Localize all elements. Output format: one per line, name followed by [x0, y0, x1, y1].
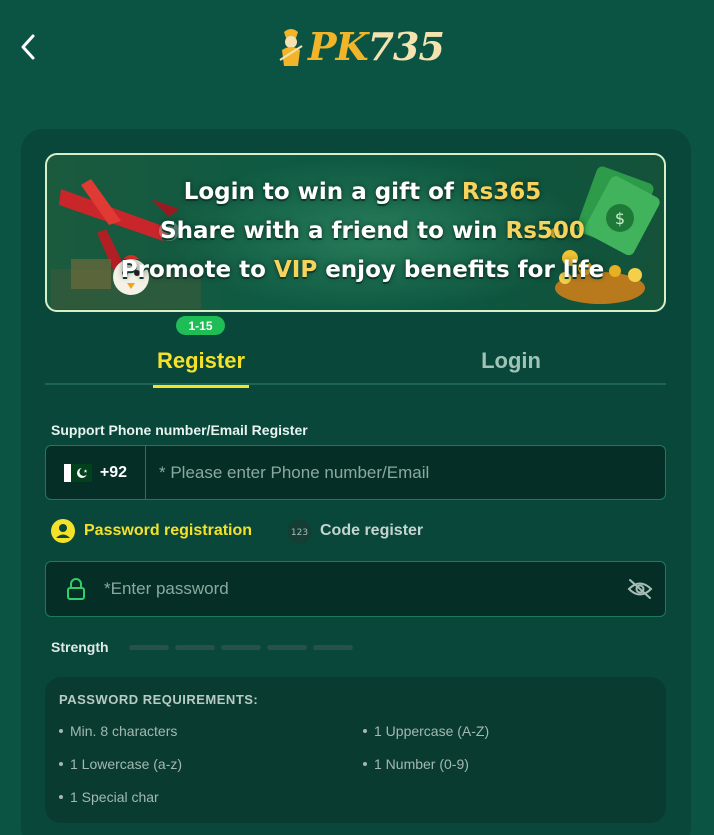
bullet-icon [59, 729, 63, 733]
back-button[interactable] [14, 30, 42, 64]
requirement-special-char: 1 Special char [70, 789, 159, 805]
tabs-divider [45, 383, 666, 385]
requirement-lowercase: 1 Lowercase (a-z) [70, 756, 183, 772]
pakistan-flag-icon [63, 463, 92, 482]
strength-segment [128, 644, 169, 650]
phone-email-input[interactable] [146, 446, 665, 499]
phone-email-field: +92 [45, 445, 666, 500]
tab-login-label: Login [481, 348, 541, 373]
banner-line3-pre: Promote to [120, 257, 274, 283]
requirement-number: 1 Number (0-9) [374, 756, 469, 772]
requirement-item: 1 Number (0-9) [363, 756, 469, 772]
logo-text: PK735 [308, 28, 445, 66]
active-tab-indicator [153, 385, 249, 388]
logo-mascot-icon [279, 29, 303, 66]
password-strength-meter: Strength [51, 637, 359, 657]
requirement-min-length: Min. 8 characters [70, 723, 178, 739]
strength-segment [174, 644, 215, 650]
strength-bars [128, 644, 359, 650]
requirement-item: Min. 8 characters [59, 723, 177, 739]
banner-text: Login to win a gift of Rs365 Share with … [47, 173, 664, 290]
country-code: +92 [99, 463, 128, 481]
numeric-code-icon: 123 [287, 519, 312, 543]
bullet-icon [59, 762, 63, 766]
banner-line3-post: enjoy benefits for life [317, 257, 605, 283]
tab-register-label: Register [156, 348, 246, 373]
user-circle-icon [51, 519, 75, 543]
top-bar: PK735 [0, 0, 714, 95]
phone-field-label: Support Phone number/Email Register [51, 422, 308, 438]
toggle-password-visibility-button[interactable] [615, 562, 665, 616]
requirement-item: 1 Uppercase (A-Z) [363, 723, 489, 739]
lock-icon [67, 578, 85, 600]
svg-text:123: 123 [291, 528, 308, 538]
eye-off-icon [627, 579, 653, 599]
banner-line1-amount: Rs365 [461, 179, 542, 205]
tab-login[interactable]: Login [465, 341, 557, 381]
strength-segment [266, 644, 307, 650]
password-registration-option[interactable]: Password registration [50, 517, 252, 545]
logo-brand: PK [308, 24, 369, 69]
requirement-item: 1 Lowercase (a-z) [59, 756, 182, 772]
banner-line2-text: Share with a friend to win [160, 218, 506, 244]
banner-line1-text: Login to win a gift of [183, 179, 462, 205]
auth-tabs: Register Login [45, 335, 666, 388]
requirements-title: PASSWORD REQUIREMENTS: [59, 692, 259, 707]
requirement-uppercase: 1 Uppercase (A-Z) [374, 723, 490, 739]
password-requirements-box: PASSWORD REQUIREMENTS: Min. 8 characters… [45, 677, 666, 823]
promo-banner[interactable]: $ Login to win a gift of Rs365 Share wit… [45, 153, 666, 312]
banner-line-vip: Promote to VIP enjoy benefits for life [47, 251, 664, 290]
age-badge: 1-15 [176, 316, 225, 335]
requirement-item: 1 Special char [59, 789, 159, 805]
banner-line-gift: Login to win a gift of Rs365 [47, 173, 664, 212]
bullet-icon [363, 762, 367, 766]
code-register-option[interactable]: 123 Code register [287, 517, 423, 545]
logo-number: 735 [367, 24, 445, 69]
banner-line2-amount: Rs500 [505, 218, 585, 244]
strength-segment [220, 644, 261, 650]
strength-segment [312, 644, 353, 650]
password-field [45, 561, 666, 617]
registration-mode-selector: Password registration 123 Code register [50, 517, 670, 545]
banner-line3-vip: VIP [273, 257, 318, 283]
bullet-icon [59, 795, 63, 799]
password-input[interactable] [88, 562, 615, 616]
code-register-label: Code register [320, 522, 424, 539]
brand-logo[interactable]: PK735 [276, 22, 446, 72]
banner-line-share: Share with a friend to win Rs500 [47, 212, 664, 251]
strength-label: Strength [51, 639, 109, 655]
password-registration-label: Password registration [84, 522, 253, 539]
bullet-icon [363, 729, 367, 733]
tab-register[interactable]: Register [153, 341, 249, 388]
chevron-left-icon [21, 34, 35, 60]
country-code-selector[interactable]: +92 [46, 446, 146, 499]
